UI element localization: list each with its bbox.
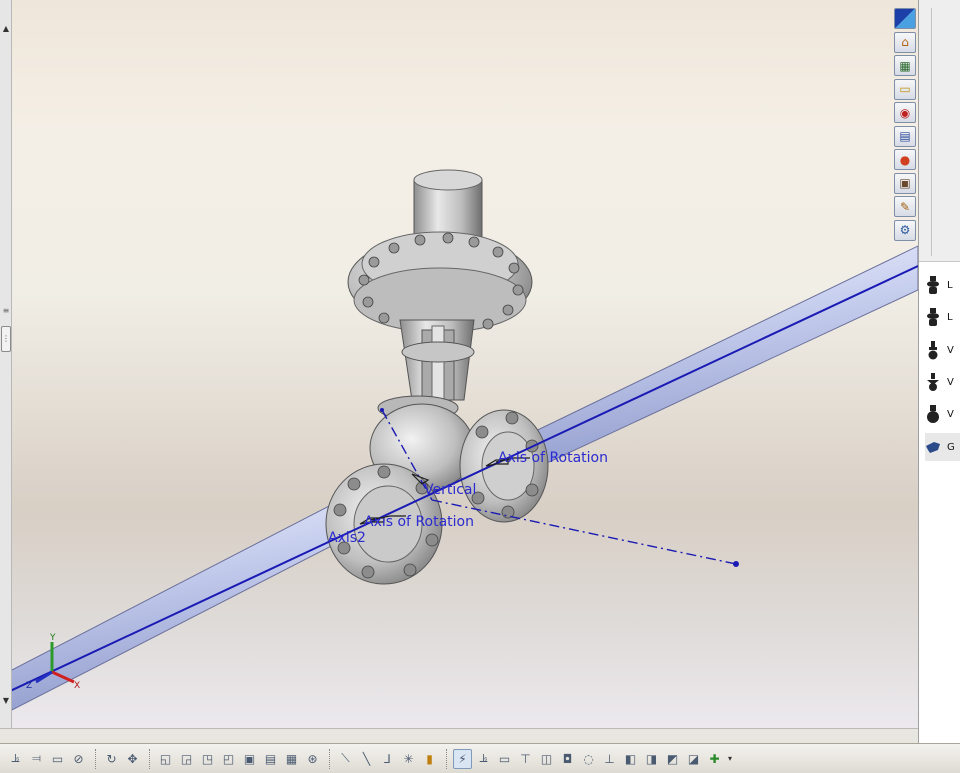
chevron-down-icon[interactable]: ▾ [728,754,732,763]
edit-route-icon[interactable]: ▭ [495,749,514,769]
elbow-icon[interactable]: ◘ [558,749,577,769]
library-item-label: L [947,279,953,291]
model-view: Axis of Rotation Vertical Axis of Rotati… [12,169,918,711]
solidworks-window: ▲ ≡ ⋮ ▼ Axis of Rotation Vertical Axis o… [0,0,960,773]
library-item[interactable]: L [925,271,960,299]
component-icon[interactable]: ◨ [642,749,661,769]
scroll-up-icon[interactable]: ▲ [0,22,12,36]
library-item[interactable]: V [925,336,960,364]
custom-properties-icon[interactable]: ▣ [894,172,916,194]
library-item-label: V [947,376,954,388]
home-icon[interactable]: ⌂ [894,31,916,53]
pan-icon[interactable]: ✥ [123,749,142,769]
repair-icon[interactable]: ▣ [240,749,259,769]
graphics-area[interactable]: Axis of Rotation Vertical Axis of Rotati… [12,0,918,728]
toolbar-separator [149,748,151,769]
panel-collapse-handle[interactable]: ⋮ [1,326,11,352]
relations-icon[interactable]: ◰ [219,749,238,769]
scroll-down-icon[interactable]: ▼ [0,694,12,708]
instant-3d-icon[interactable]: ⊛ [303,749,322,769]
rotate-icon[interactable]: ↻ [102,749,121,769]
toolbox-icon[interactable]: ⚙ [894,219,916,241]
rapid-sketch-icon[interactable]: ▦ [282,749,301,769]
coupling-icon[interactable]: ◌ [579,749,598,769]
library-item-label: V [947,344,954,356]
hide-icon[interactable]: ⊘ [69,749,88,769]
forum-icon[interactable]: ✎ [894,196,916,217]
sketch-icon[interactable]: ◱ [156,749,175,769]
library-item[interactable]: G [925,433,960,461]
toolbar-separator [329,748,331,769]
vertical-label[interactable]: Vertical [424,482,476,498]
library-item[interactable]: V [925,368,960,396]
valve-icon [925,372,941,392]
toolbar-separator [95,748,97,769]
file-explorer-icon[interactable]: ▭ [894,78,916,100]
task-pane-tabs: ⌂ ▦ ▭ ◉ ▤ ● ▣ ✎ ⚙ [892,8,918,248]
line-icon[interactable]: ⟍ [336,749,355,769]
axis-of-rotation-label-1[interactable]: Axis of Rotation [498,450,608,466]
spool-icon[interactable]: ◧ [621,749,640,769]
smart-dimension-icon[interactable]: ◲ [177,749,196,769]
point-icon[interactable]: ✳ [399,749,418,769]
left-vertical-scrollbar[interactable]: ▲ ≡ ⋮ ▼ [0,0,12,728]
view-palette-icon[interactable]: ▤ [894,125,916,147]
toolbar-separator [446,748,448,769]
triad-x-label: X [74,681,80,691]
command-toolbar: ⫡ ⫤ ▭ ⊘ ↻ ✥ ◱ ◲ ◳ ◰ ▣ ▤ ▦ ⊛ ⟍ ╲ ⅃ ✳ ▮ ⚡ … [0,743,960,773]
fitting-icon[interactable]: ◫ [537,749,556,769]
flange-icon[interactable]: ⊤ [516,749,535,769]
pipe-icon[interactable]: ⊥ [600,749,619,769]
library-item[interactable]: V [925,400,960,428]
valve-icon [925,275,941,295]
valve-icon [925,307,941,327]
appearances-icon[interactable]: ● [894,149,916,170]
pipe-upper[interactable] [516,245,918,471]
valve-icon [925,404,941,424]
sketch-text-icon[interactable]: ◳ [198,749,217,769]
quick-snaps-icon[interactable]: ▤ [261,749,280,769]
design-library-icon[interactable]: ▦ [894,55,916,76]
viewport-bottom-strip [0,728,918,743]
library-icon[interactable]: ◪ [684,749,703,769]
library-item[interactable]: L [925,303,960,331]
centerline-icon[interactable]: ╲ [357,749,376,769]
solidworks-resources-icon[interactable] [894,8,916,29]
triad-z-label: Z [26,681,32,691]
triad-y-label: Y [49,633,56,643]
drawing-icon[interactable]: ◩ [663,749,682,769]
construction-icon[interactable]: ▮ [420,749,439,769]
library-item-label: L [947,311,953,323]
axis-of-rotation-label-2[interactable]: Axis of Rotation [364,514,474,530]
routing-icon[interactable]: ⚡ [453,748,472,769]
design-library-pane: L L V V V G [918,0,960,743]
add-point-icon[interactable]: ✚ [705,749,724,769]
library-folder-tree[interactable] [919,0,960,262]
view-icon[interactable]: ▭ [48,749,67,769]
align-distribute-icon[interactable]: ⫤ [27,749,46,769]
align-icon[interactable]: ⫡ [6,749,25,769]
splitter-mark: ≡ [2,306,10,315]
library-item-label: V [947,408,954,420]
axis2-label[interactable]: Axis2 [328,530,366,546]
route-tools-icon[interactable]: ⫡ [474,749,493,769]
trim-icon[interactable]: ⅃ [378,749,397,769]
library-item-label: G [947,441,955,453]
search-icon[interactable]: ◉ [894,102,916,123]
axis-endpoint[interactable] [733,561,739,567]
pipe-fitting-icon [925,437,941,457]
valve-icon [925,340,941,360]
